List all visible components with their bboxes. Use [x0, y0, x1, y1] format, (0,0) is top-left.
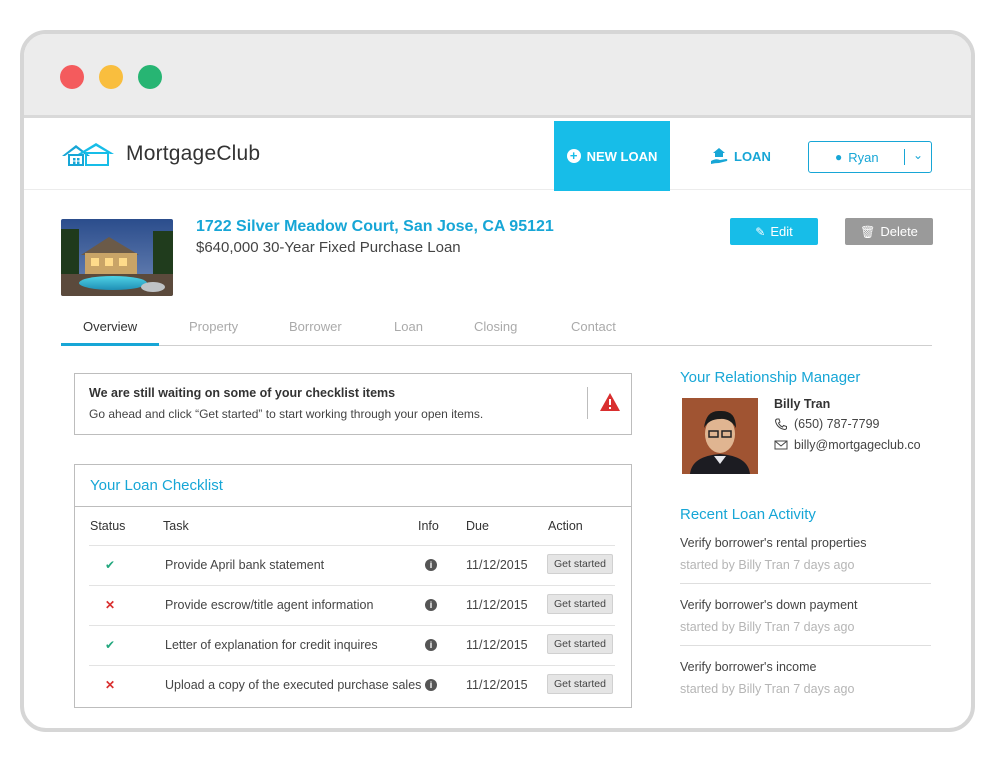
edit-button[interactable]: ✎ Edit	[730, 218, 818, 245]
task-name: Provide April bank statement	[165, 558, 325, 572]
loan-tabs: Overview Property Borrower Loan Closing …	[61, 308, 932, 346]
trash-icon: 🗑	[860, 224, 876, 239]
plus-circle-icon: +	[566, 149, 581, 163]
task-name: Letter of explanation for credit inquire…	[165, 638, 378, 652]
manager-phone: (650) 787-7799	[794, 417, 880, 431]
cross-icon: ✕	[105, 598, 116, 612]
manager-email-row[interactable]: billy@mortgageclub.co	[774, 438, 921, 452]
brand-name: MortgageClub	[126, 142, 261, 165]
alert-body: Go ahead and click “Get started” to star…	[89, 407, 484, 421]
loan-menu-button[interactable]: LOAN	[710, 145, 771, 167]
phone-icon	[774, 418, 787, 430]
delete-button[interactable]: 🗑 Delete	[845, 218, 933, 245]
loan-menu-label: LOAN	[734, 148, 771, 164]
active-tab-indicator	[61, 343, 159, 346]
activity-divider	[680, 645, 931, 646]
app-header: MortgageClub + NEW LOAN LOAN ● Ryan ⌄	[24, 121, 971, 191]
column-header-task: Task	[163, 519, 189, 533]
cross-icon: ✕	[105, 678, 116, 692]
relationship-manager-title: Your Relationship Manager	[680, 369, 861, 386]
house-logo-icon	[62, 143, 114, 166]
manager-email: billy@mortgageclub.co	[794, 438, 921, 452]
hand-house-icon	[711, 148, 728, 164]
checklist-row: ✔ Letter of explanation for credit inqui…	[89, 625, 615, 665]
info-icon[interactable]: i	[425, 639, 437, 651]
due-date: 11/12/2015	[466, 558, 528, 572]
user-icon: ●	[835, 150, 843, 164]
activity-meta: started by Billy Tran 7 days ago	[680, 682, 855, 696]
house-photo-image	[61, 219, 173, 296]
chevron-down-icon[interactable]: ⌄	[913, 148, 923, 162]
window-titlebar	[24, 34, 971, 118]
activity-title: Verify borrower's rental properties	[680, 536, 867, 550]
tab-borrower[interactable]: Borrower	[289, 319, 342, 334]
due-date: 11/12/2015	[466, 678, 528, 692]
column-header-action: Action	[548, 519, 583, 533]
tab-overview[interactable]: Overview	[83, 319, 137, 334]
user-menu-button[interactable]: ● Ryan ⌄	[808, 141, 932, 173]
tab-loan[interactable]: Loan	[394, 319, 423, 334]
checklist-divider	[75, 506, 631, 507]
activity-item[interactable]: Verify borrower's down payment started b…	[680, 598, 931, 634]
property-address[interactable]: 1722 Silver Meadow Court, San Jose, CA 9…	[196, 218, 554, 236]
edit-label: Edit	[770, 224, 793, 239]
alert-title: We are still waiting on some of your che…	[89, 386, 396, 400]
activity-title: Verify borrower's income	[680, 660, 817, 674]
get-started-button[interactable]: Get started	[547, 554, 613, 574]
info-icon[interactable]: i	[425, 599, 437, 611]
envelope-icon	[774, 440, 788, 450]
column-header-due: Due	[466, 519, 489, 533]
tab-contact[interactable]: Contact	[571, 319, 616, 334]
info-icon[interactable]: i	[425, 679, 437, 691]
recent-activity-title: Recent Loan Activity	[680, 506, 816, 523]
brand-logo[interactable]: MortgageClub	[60, 139, 260, 169]
checkmark-icon: ✔	[105, 558, 116, 572]
get-started-button[interactable]: Get started	[547, 594, 613, 614]
due-date: 11/12/2015	[466, 598, 528, 612]
alert-divider	[587, 387, 588, 419]
checklist-row: ✔ Provide April bank statement i 11/12/2…	[89, 545, 615, 585]
activity-meta: started by Billy Tran 7 days ago	[680, 558, 855, 572]
property-photo	[61, 219, 173, 296]
manager-phone-row[interactable]: (650) 787-7799	[774, 417, 879, 431]
minimize-window-dot[interactable]	[99, 65, 123, 89]
new-loan-label: NEW LOAN	[586, 148, 658, 164]
checkmark-icon: ✔	[105, 638, 116, 652]
activity-item[interactable]: Verify borrower's rental properties star…	[680, 536, 931, 572]
user-name: Ryan	[848, 149, 879, 165]
due-date: 11/12/2015	[466, 638, 528, 652]
manager-name: Billy Tran	[774, 397, 831, 411]
loan-checklist: Your Loan Checklist Status Task Info Due…	[74, 464, 632, 708]
get-started-button[interactable]: Get started	[547, 634, 613, 654]
checklist-row: ✕ Provide escrow/title agent information…	[89, 585, 615, 625]
user-menu-divider	[904, 149, 905, 165]
task-name: Provide escrow/title agent information	[165, 598, 374, 612]
column-header-status: Status	[90, 519, 126, 533]
info-icon[interactable]: i	[425, 559, 437, 571]
maximize-window-dot[interactable]	[138, 65, 162, 89]
edit-icon: ✎	[755, 224, 766, 239]
delete-label: Delete	[880, 224, 918, 239]
activity-item[interactable]: Verify borrower's income started by Bill…	[680, 660, 931, 696]
column-header-info: Info	[418, 519, 439, 533]
tab-closing[interactable]: Closing	[474, 319, 517, 334]
checklist-title: Your Loan Checklist	[90, 477, 223, 494]
activity-title: Verify borrower's down payment	[680, 598, 858, 612]
close-window-dot[interactable]	[60, 65, 84, 89]
checklist-row: ✕ Upload a copy of the executed purchase…	[89, 665, 615, 705]
browser-window: MortgageClub + NEW LOAN LOAN ● Ryan ⌄ 17…	[20, 30, 975, 732]
task-name: Upload a copy of the executed purchase s…	[165, 678, 422, 692]
activity-meta: started by Billy Tran 7 days ago	[680, 620, 855, 634]
manager-avatar	[682, 398, 758, 474]
tab-property[interactable]: Property	[189, 319, 238, 334]
loan-description: $640,000 30-Year Fixed Purchase Loan	[196, 239, 461, 256]
checklist-alert: We are still waiting on some of your che…	[74, 373, 632, 435]
manager-photo-image	[682, 398, 758, 474]
new-loan-button[interactable]: + NEW LOAN	[554, 121, 670, 191]
activity-divider	[680, 583, 931, 584]
get-started-button[interactable]: Get started	[547, 674, 613, 694]
warning-icon	[600, 393, 620, 411]
